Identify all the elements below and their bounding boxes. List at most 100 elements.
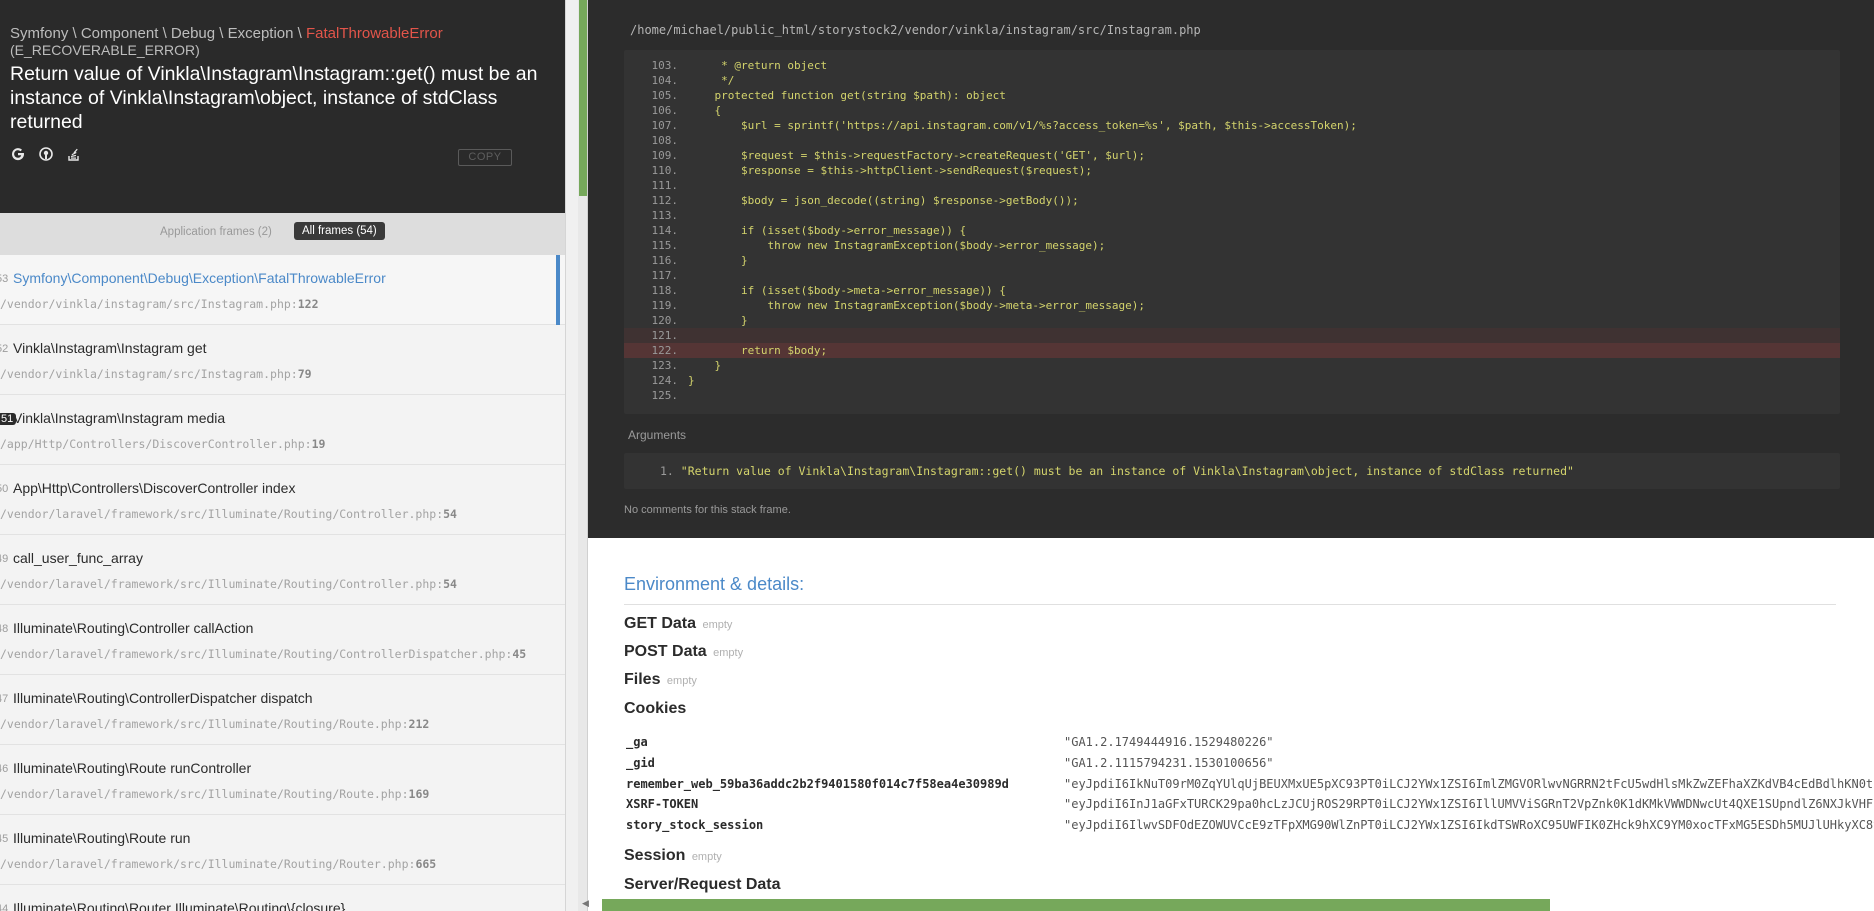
code-text: } — [688, 254, 748, 267]
frame-item[interactable]: 48 Illuminate\Routing\Controller callAct… — [0, 605, 565, 675]
frames-list: 53 Symfony\Component\Debug\Exception\Fat… — [0, 255, 565, 911]
frame-item[interactable]: 44 Illuminate\Routing\Router Illuminate\… — [0, 885, 565, 911]
exception-class-name: FatalThrowableError — [306, 25, 443, 42]
frame-file: /vendor/laravel/framework/src/Illuminate… — [0, 507, 457, 521]
exception-namespace: Symfony \ Component \ Debug \ Exception … — [10, 25, 306, 42]
line-number: 115. — [651, 239, 679, 252]
frame-file: /vendor/laravel/framework/src/Illuminate… — [0, 647, 527, 661]
code-text: } — [688, 374, 695, 387]
line-number: 121. — [651, 329, 679, 342]
code-line: 104. */ — [624, 73, 1840, 88]
line-number: 110. — [651, 164, 679, 177]
frame-item[interactable]: 46 Illuminate\Routing\Route runControlle… — [0, 745, 565, 815]
line-number: 112. — [651, 194, 679, 207]
duckduckgo-icon[interactable] — [38, 146, 54, 162]
code-line: 117. — [624, 268, 1840, 283]
line-number: 108. — [651, 134, 679, 147]
frame-item[interactable]: 53 Symfony\Component\Debug\Exception\Fat… — [0, 255, 565, 325]
code-text: $request = $this->requestFactory->create… — [688, 149, 1145, 162]
environment-title: Environment & details: — [624, 574, 805, 594]
left-scrollbar[interactable] — [566, 0, 578, 911]
frame-index: 46 — [0, 763, 9, 775]
line-number: 125. — [651, 389, 679, 402]
frame-index: 49 — [0, 553, 9, 565]
code-line: 106. { — [624, 103, 1840, 118]
frame-item[interactable]: 51 Vinkla\Instagram\Instagram media /app… — [0, 395, 565, 465]
frame-title: Illuminate\Routing\Route run — [13, 830, 191, 846]
line-number: 109. — [651, 149, 679, 162]
code-line: 124.} — [624, 373, 1840, 388]
code-text: $url = sprintf('https://api.instagram.co… — [688, 119, 1357, 132]
code-viewer: /home/michael/public_html/storystock2/ve… — [588, 0, 1874, 538]
code-line: 116. } — [624, 253, 1840, 268]
code-line: 115. throw new InstagramException($body-… — [624, 238, 1840, 253]
session-heading: Session empty — [624, 847, 722, 864]
environment-details: Environment & details: GET Data empty PO… — [624, 538, 1874, 911]
horizontal-scrollbar-thumb[interactable] — [602, 899, 1550, 911]
google-icon[interactable] — [10, 146, 26, 162]
code-line: 125. — [624, 388, 1840, 403]
code-line: 108. — [624, 133, 1840, 148]
line-number: 111. — [651, 179, 679, 192]
code-line: 121. — [624, 328, 1840, 343]
empty-label: empty — [713, 647, 744, 659]
exception-header: Symfony \ Component \ Debug \ Exception … — [0, 0, 565, 213]
code-line: 114. if (isset($body->error_message)) { — [624, 223, 1840, 238]
code-text: if (isset($body->error_message)) { — [688, 224, 967, 237]
frame-file: /app/Http/Controllers/DiscoverController… — [0, 437, 326, 451]
empty-label: empty — [702, 619, 733, 631]
line-number: 103. — [651, 59, 679, 72]
code-text: if (isset($body->meta->error_message)) { — [688, 284, 1006, 297]
frame-index: 53 — [0, 273, 9, 285]
application-frames-toggle[interactable]: Application frames (2) — [160, 226, 272, 238]
frame-index: 48 — [0, 623, 9, 635]
frame-file-path[interactable]: /home/michael/public_html/storystock2/ve… — [630, 23, 1201, 37]
stackoverflow-icon[interactable] — [66, 146, 82, 162]
frame-index: 52 — [0, 343, 9, 355]
right-scrollbar-thumb[interactable] — [579, 0, 587, 196]
frame-item[interactable]: 50 App\Http\Controllers\DiscoverControll… — [0, 465, 565, 535]
frame-item[interactable]: 45 Illuminate\Routing\Route run /vendor/… — [0, 815, 565, 885]
get-data-heading: GET Data empty — [624, 615, 733, 632]
frame-file: /vendor/laravel/framework/src/Illuminate… — [0, 717, 430, 731]
frame-title: Illuminate\Routing\Router Illuminate\Rou… — [13, 900, 346, 911]
frame-title: Illuminate\Routing\Route runController — [13, 760, 252, 776]
frame-file: /vendor/laravel/framework/src/Illuminate… — [0, 577, 457, 591]
server-request-heading: Server/Request Data — [624, 876, 781, 893]
frame-item[interactable]: 47 Illuminate\Routing\ControllerDispatch… — [0, 675, 565, 745]
code-line: 105. protected function get(string $path… — [624, 88, 1840, 103]
code-block: 103. * @return object 104. */105. protect… — [624, 50, 1840, 414]
code-text: * @return object — [688, 59, 828, 72]
code-text: */ — [688, 74, 735, 87]
all-frames-toggle[interactable]: All frames (54) — [294, 222, 385, 240]
frame-item[interactable]: 52 Vinkla\Instagram\Instagram get /vendo… — [0, 325, 565, 395]
code-line: 113. — [624, 208, 1840, 223]
code-line: 111. — [624, 178, 1840, 193]
line-number: 123. — [651, 359, 679, 372]
frame-index: 47 — [0, 693, 9, 705]
code-text: throw new InstagramException($body->erro… — [688, 239, 1106, 252]
code-text: throw new InstagramException($body->meta… — [688, 299, 1145, 312]
line-number: 104. — [651, 74, 679, 87]
line-number: 122. — [651, 344, 679, 357]
line-number: 119. — [651, 299, 679, 312]
code-text: return $body; — [688, 344, 828, 357]
right-scrollbar[interactable] — [578, 0, 588, 911]
code-text: protected function get(string $path): ob… — [688, 89, 1006, 102]
exception-code: (E_RECOVERABLE_ERROR) — [10, 42, 200, 58]
frame-title: Vinkla\Instagram\Instagram media — [13, 410, 226, 426]
frame-item[interactable]: 49 call_user_func_array /vendor/laravel/… — [0, 535, 565, 605]
line-number: 116. — [651, 254, 679, 267]
code-line: 112. $body = json_decode((string) $respo… — [624, 193, 1840, 208]
divider — [624, 604, 1836, 605]
code-text: } — [688, 314, 748, 327]
frame-index: 45 — [0, 833, 9, 845]
post-data-heading: POST Data empty — [624, 643, 744, 660]
empty-label: empty — [666, 675, 697, 687]
scroll-left-arrow-icon[interactable]: ◀ — [582, 898, 589, 909]
exception-message: Return value of Vinkla\Instagram\Instagr… — [10, 63, 538, 133]
frame-index: 44 — [0, 903, 9, 911]
cookies-heading: Cookies — [624, 700, 687, 717]
copy-button[interactable]: COPY — [458, 149, 512, 166]
code-line: 107. $url = sprintf('https://api.instagr… — [624, 118, 1840, 133]
